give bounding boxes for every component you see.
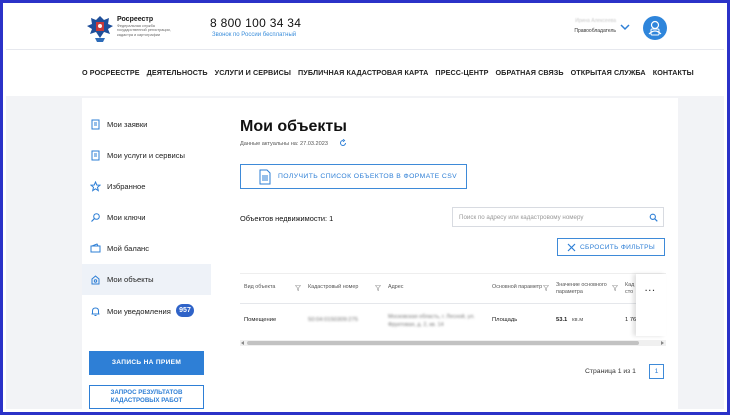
nav-item-0[interactable]: О РОСРЕЕСТРЕ [82, 68, 140, 77]
user-info[interactable]: Ирина Алексеева Правообладатель [566, 18, 616, 34]
column-header-type[interactable]: Вид объекта [244, 284, 275, 291]
filter-icon[interactable] [612, 285, 618, 291]
filter-icon[interactable] [375, 285, 381, 291]
objects-count: Объектов недвижимости: 1 [240, 214, 334, 223]
nav-item-6[interactable]: ОТКРЫТАЯ СЛУЖБА [571, 68, 646, 77]
brand-subtitle: Федеральная служба государственной регис… [117, 24, 171, 37]
avatar[interactable] [643, 16, 667, 40]
header: Росреестр Федеральная служба государстве… [6, 6, 724, 50]
export-csv-button[interactable]: ПОЛУЧИТЬ СПИСОК ОБЪЕКТОВ В ФОРМАТЕ CSV [240, 164, 467, 189]
sticky-actions-column [636, 274, 666, 336]
close-icon [567, 243, 576, 252]
cell-address: Московская область, г. Лесной, ул. Фрукт… [388, 313, 475, 329]
cell-type: Помещение [244, 317, 277, 323]
document-icon [91, 150, 100, 161]
rosreestr-emblem-icon[interactable] [83, 12, 117, 44]
appointment-button[interactable]: ЗАПИСЬ НА ПРИЕМ [89, 351, 204, 375]
user-icon [648, 20, 662, 36]
scrollbar-thumb[interactable] [247, 341, 639, 345]
sidebar-item-label: Мой баланс [107, 244, 150, 253]
nav-item-3[interactable]: ПУБЛИЧНАЯ КАДАСТРОВАЯ КАРТА [298, 68, 428, 77]
objects-table: Вид объекта Кадастровый номер Адрес Осно… [240, 273, 666, 355]
cell-address-line: Московская область, г. Лесной, ул. [388, 314, 475, 320]
page-button-current[interactable]: 1 [649, 364, 664, 379]
search-placeholder: Поиск по адресу или кадастровому номеру [459, 214, 584, 221]
table-row[interactable]: Помещение 50:04:0150309:275 Московская о… [240, 304, 666, 336]
search-input[interactable]: Поиск по адресу или кадастровому номеру [452, 207, 664, 227]
reset-filters-label: СБРОСИТЬ ФИЛЬТРЫ [580, 244, 655, 251]
browser-frame: Росреестр Федеральная служба государстве… [0, 0, 730, 415]
sidebar-item-keys[interactable]: Мои ключи [82, 202, 211, 233]
wallet-icon [90, 243, 101, 253]
cadastral-results-button[interactable]: ЗАПРОС РЕЗУЛЬТАТОВ КАДАСТРОВЫХ РАБОТ [89, 385, 204, 409]
reset-filters-button[interactable]: СБРОСИТЬ ФИЛЬТРЫ [557, 238, 665, 256]
main-nav: О РОСРЕЕСТРЕ ДЕЯТЕЛЬНОСТЬ УСЛУГИ И СЕРВИСЫ… [6, 50, 724, 96]
sidebar-item-label: Мои ключи [107, 213, 146, 222]
export-csv-label: ПОЛУЧИТЬ СПИСОК ОБЪЕКТОВ В ФОРМАТЕ CSV [278, 173, 458, 180]
nav-item-1[interactable]: ДЕЯТЕЛЬНОСТЬ [147, 68, 208, 77]
cadastral-button-line: КАДАСТРОВЫХ РАБОТ [110, 397, 183, 404]
column-header-address[interactable]: Адрес [388, 284, 403, 291]
house-icon [91, 275, 100, 285]
data-actual-date: Данные актуальны на: 27.03.2023 [240, 141, 329, 147]
nav-item-4[interactable]: ПРЕСС-ЦЕНТР [435, 68, 488, 77]
search-icon[interactable] [649, 213, 658, 222]
filter-icon[interactable] [295, 285, 301, 291]
cell-cost: 1 76 [625, 317, 637, 323]
file-csv-icon [259, 169, 271, 185]
sidebar-item-favorites[interactable]: Избранное [82, 171, 211, 202]
sidebar-item-requests[interactable]: Мои заявки [82, 109, 211, 140]
chevron-down-icon[interactable] [620, 23, 630, 31]
sidebar-item-services[interactable]: Мои услуги и сервисы [82, 140, 211, 171]
column-header-cost[interactable]: Кад сто [625, 282, 634, 295]
sidebar-item-notifications[interactable]: Мои уведомления 957 [82, 296, 211, 327]
cadastral-button-line: ЗАПРОС РЕЗУЛЬТАТОВ [110, 389, 183, 396]
sidebar-item-label: Мои объекты [107, 275, 154, 284]
filter-icon[interactable] [543, 285, 549, 291]
cell-unit: кв.м [572, 317, 584, 323]
column-header-line: параметра [556, 288, 583, 295]
sidebar-item-label: Избранное [107, 182, 146, 191]
column-header-line: Кад [625, 282, 635, 288]
refresh-icon[interactable] [339, 139, 347, 147]
table-header: Вид объекта Кадастровый номер Адрес Осно… [240, 274, 666, 304]
page-title: Мои объекты [240, 118, 347, 135]
sidebar-item-balance[interactable]: Мой баланс [82, 233, 211, 264]
user-role: Правообладатель [574, 28, 616, 34]
brand-name: Росреестр [117, 16, 154, 23]
cell-address-line: Фруктовая, д. 2, кв. 14 [388, 322, 444, 328]
main-panel: Мои объекты Данные актуальны на: 27.03.2… [211, 98, 678, 412]
bell-icon [91, 307, 100, 316]
hotline-note: Звонок по России бесплатный [212, 32, 297, 38]
cell-value: 53.1 [556, 317, 568, 323]
column-header-line: Значение основного [556, 282, 607, 288]
key-icon [91, 213, 100, 222]
notification-badge: 957 [176, 304, 194, 317]
star-icon [90, 181, 101, 192]
sidebar-item-label: Мои услуги и сервисы [107, 151, 185, 160]
column-header-line: сто [625, 288, 634, 295]
nav-item-5[interactable]: ОБРАТНАЯ СВЯЗЬ [495, 68, 563, 77]
brand: Росреестр Федеральная служба государстве… [117, 16, 177, 37]
scroll-right-icon[interactable] [661, 341, 664, 345]
cell-param: Площадь [492, 317, 518, 323]
column-header-value[interactable]: Значение основного параметра [556, 282, 607, 295]
document-icon [91, 119, 100, 130]
more-actions-icon[interactable]: ··· [645, 286, 656, 295]
nav-item-7[interactable]: КОНТАКТЫ [653, 68, 694, 77]
horizontal-scrollbar[interactable] [240, 340, 666, 346]
user-name: Ирина Алексеева [575, 18, 616, 24]
hotline-phone[interactable]: 8 800 100 34 34 [210, 16, 301, 30]
sidebar-item-label: Мои заявки [107, 120, 148, 129]
nav-item-2[interactable]: УСЛУГИ И СЕРВИСЫ [215, 68, 291, 77]
column-header-cadastral[interactable]: Кадастровый номер [308, 284, 358, 291]
scroll-left-icon[interactable] [241, 341, 244, 345]
column-header-param[interactable]: Основной параметр [492, 284, 542, 291]
cell-cadastral: 50:04:0150309:275 [308, 317, 358, 323]
sidebar-item-label: Мои уведомления [107, 307, 171, 316]
pagination-info: Страница 1 из 1 [585, 368, 636, 375]
sidebar-item-objects[interactable]: Мои объекты [82, 264, 211, 295]
